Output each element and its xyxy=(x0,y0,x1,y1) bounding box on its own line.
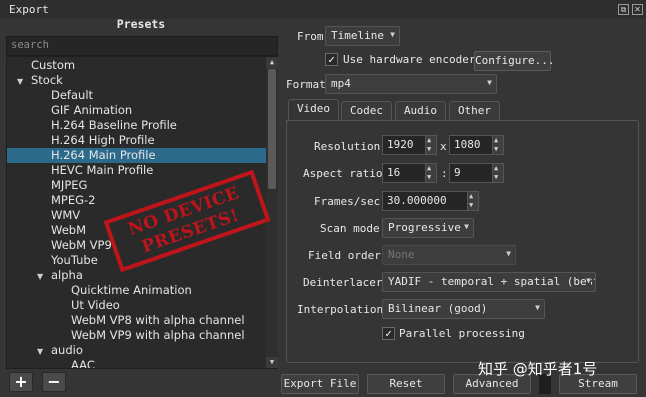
tab-other[interactable]: Other xyxy=(449,101,500,121)
tree-item-label: AAC xyxy=(71,358,95,369)
tree-item[interactable]: ▼ alpha xyxy=(7,268,277,284)
tree-item-label: Custom xyxy=(31,58,76,72)
scroll-down-icon[interactable]: ▼ xyxy=(266,357,278,368)
chevron-down-icon: ▼ xyxy=(390,30,395,39)
scan-mode-select[interactable]: Progressive ▼ xyxy=(382,218,474,238)
expand-arrow-icon[interactable]: ▼ xyxy=(37,344,47,359)
parallel-processing-checkbox[interactable]: ✓ xyxy=(382,327,395,340)
scan-mode-label: Scan mode xyxy=(320,222,380,235)
tree-item[interactable]: Ut Video xyxy=(7,298,277,313)
scan-mode-value: Progressive xyxy=(388,221,461,234)
tree-item-label: audio xyxy=(51,343,83,357)
aspect-height-input[interactable]: 9 xyxy=(449,163,493,183)
float-icon[interactable]: ⧉ xyxy=(618,4,629,15)
presets-heading: Presets xyxy=(116,17,166,31)
close-icon[interactable]: ✕ xyxy=(632,4,643,15)
format-select[interactable]: mp4 ▼ xyxy=(325,74,497,94)
fps-stepper[interactable]: ▲ ▼ xyxy=(467,191,479,211)
tree-item-label: YouTube xyxy=(51,253,98,267)
tree-item-label: MPEG-2 xyxy=(51,193,96,207)
tree-item-label: WebM VP9 with alpha channel xyxy=(71,328,245,342)
field-order-label: Field order xyxy=(308,249,381,262)
remove-preset-button[interactable]: − xyxy=(42,372,66,392)
tree-item[interactable]: ▼ Stock xyxy=(7,73,275,88)
tree-item-label: H.264 Baseline Profile xyxy=(51,118,177,132)
tree-item[interactable]: H.264 Baseline Profile xyxy=(7,118,277,133)
aspect-ratio-label: Aspect ratio xyxy=(303,167,383,180)
tree-item-label: Stock xyxy=(31,73,63,87)
tree-item[interactable]: AAC xyxy=(7,358,277,369)
tree-item-label: Default xyxy=(51,88,94,102)
watermark: 知乎 @知乎者1号 xyxy=(478,360,598,378)
chevron-down-icon: ▼ xyxy=(464,222,469,231)
resolution-label: Resolution xyxy=(314,140,381,153)
aspect-width-input[interactable]: 16 xyxy=(382,163,426,183)
tab-audio[interactable]: Audio xyxy=(395,101,446,121)
from-label: From xyxy=(297,30,324,43)
field-order-value: None xyxy=(388,248,415,261)
width-input[interactable]: 1920 xyxy=(382,135,426,155)
aspect-sep: : xyxy=(441,167,448,180)
tree-item[interactable]: Quicktime Animation xyxy=(7,283,277,298)
tree-item[interactable]: H.264 High Profile xyxy=(7,133,277,148)
tree-item[interactable]: ▼ audio xyxy=(7,343,277,359)
from-value: Timeline xyxy=(331,29,384,42)
interpolation-value: Bilinear (good) xyxy=(388,302,488,315)
width-stepper[interactable]: ▲ ▼ xyxy=(425,135,437,155)
format-value: mp4 xyxy=(331,77,351,90)
expand-arrow-icon[interactable]: ▼ xyxy=(17,74,27,89)
tree-item-label: HEVC Main Profile xyxy=(51,163,154,177)
tree-item[interactable]: GIF Animation xyxy=(7,103,277,118)
add-preset-button[interactable]: + xyxy=(9,372,33,392)
tree-item-label: WebM VP8 with alpha channel xyxy=(71,313,245,327)
export-file-button[interactable]: Export File xyxy=(281,374,359,394)
chevron-down-icon: ▼ xyxy=(535,303,540,312)
expand-arrow-icon[interactable]: ▼ xyxy=(37,269,47,284)
scroll-thumb[interactable] xyxy=(268,69,276,189)
height-input[interactable]: 1080 xyxy=(449,135,493,155)
height-stepper[interactable]: ▲ ▼ xyxy=(492,135,504,155)
parallel-processing-label: Parallel processing xyxy=(399,327,525,340)
tree-item-label: alpha xyxy=(51,268,83,282)
tree-item-label: H.264 Main Profile xyxy=(51,148,156,162)
tree-item-label: MJPEG xyxy=(51,178,88,192)
window-title: Export xyxy=(9,3,49,16)
scroll-up-icon[interactable]: ▲ xyxy=(266,57,278,68)
search-input[interactable]: search xyxy=(6,36,278,56)
interpolation-select[interactable]: Bilinear (good) ▼ xyxy=(382,299,545,319)
tree-item-label: H.264 High Profile xyxy=(51,133,155,147)
aspect-height-stepper[interactable]: ▲ ▼ xyxy=(492,163,504,183)
tab-codec[interactable]: Codec xyxy=(341,101,392,121)
tree-item-label: WMV xyxy=(51,208,81,222)
tree-item-label: Ut Video xyxy=(71,298,120,312)
tree-item-label: GIF Animation xyxy=(51,103,133,117)
configure-button[interactable]: Configure... xyxy=(474,51,554,71)
tab-video[interactable]: Video xyxy=(288,99,339,121)
tree-item-label: WebM VP9 xyxy=(51,238,112,252)
hardware-encoder-label: Use hardware encoder xyxy=(343,53,476,66)
tree-item-label: Quicktime Animation xyxy=(71,283,192,297)
tree-item-label: WebM xyxy=(51,223,86,237)
tree-item[interactable]: WebM VP8 with alpha channel xyxy=(7,313,277,328)
fps-input[interactable]: 30.000000 xyxy=(382,191,468,211)
aspect-width-stepper[interactable]: ▲ ▼ xyxy=(425,163,437,183)
deinterlacer-label: Deinterlacer xyxy=(303,276,383,289)
tree-item[interactable]: H.264 Main Profile xyxy=(7,148,277,163)
tree-item[interactable]: Custom xyxy=(7,58,277,73)
chevron-down-icon: ▼ xyxy=(586,276,591,285)
hardware-encoder-checkbox[interactable]: ✓ xyxy=(325,53,338,66)
format-label: Format xyxy=(286,78,326,91)
from-select[interactable]: Timeline ▼ xyxy=(325,26,400,46)
deinterlacer-select[interactable]: YADIF - temporal + spatial (best ▼ xyxy=(382,272,596,292)
tree-item[interactable]: Default xyxy=(7,88,277,103)
interpolation-label: Interpolation xyxy=(297,303,384,316)
deinterlacer-value: YADIF - temporal + spatial (best xyxy=(388,275,596,288)
reset-button[interactable]: Reset xyxy=(367,374,445,394)
field-order-select[interactable]: None ▼ xyxy=(382,245,516,265)
chevron-down-icon: ▼ xyxy=(506,249,511,258)
resolution-x: x xyxy=(440,140,447,153)
tree-item[interactable]: WebM VP9 with alpha channel xyxy=(7,328,277,343)
chevron-down-icon: ▼ xyxy=(487,78,492,87)
frames-per-sec-label: Frames/sec xyxy=(314,195,381,208)
